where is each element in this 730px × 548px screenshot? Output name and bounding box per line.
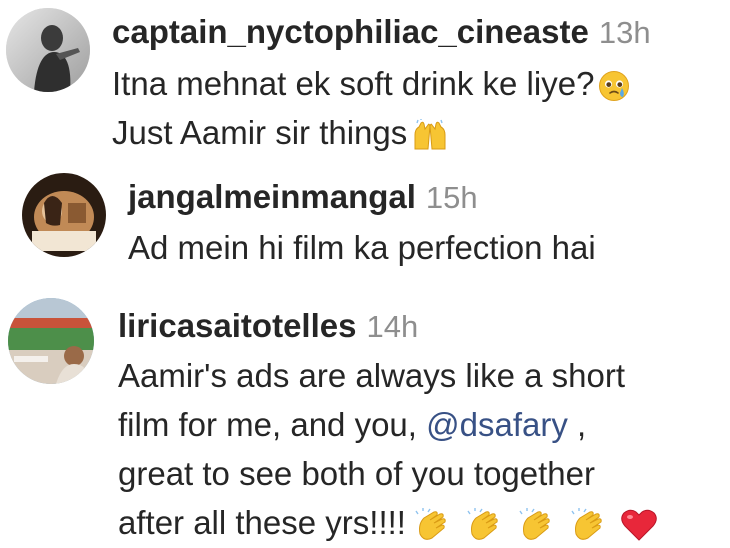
comment-3-line-4: after all these yrs!!!! [118, 498, 658, 547]
comment-text: after all these yrs!!!! [118, 504, 406, 541]
avatar-image [8, 298, 94, 384]
comment-text: Ad mein hi film ka perfection hai [128, 229, 596, 266]
comment-2-line-1: Ad mein hi film ka perfection hai [128, 223, 596, 272]
comment-3-header: liricasaitotelles 14h [118, 304, 658, 348]
pleading-tear-face-icon [598, 70, 630, 102]
username[interactable]: jangalmeinmangal [128, 178, 416, 215]
comment-text: Aamir's ads are always like a short [118, 357, 625, 394]
comment-3: liricasaitotelles 14h Aamir's ads are alw… [0, 290, 730, 548]
comment-text: , [567, 406, 587, 443]
red-heart-icon [620, 508, 658, 542]
raising-hands-icon [411, 119, 449, 151]
comment-1-line-1: Itna mehnat ek soft drink ke liye? [112, 59, 651, 108]
comment-2-header: jangalmeinmangal 15h [128, 175, 596, 219]
comment-3-body: liricasaitotelles 14h Aamir's ads are alw… [118, 304, 658, 547]
comment-1-body: captain_nyctophiliac_cineaste 13h Itna me… [112, 10, 651, 157]
comment-1-header: captain_nyctophiliac_cineaste 13h [112, 10, 651, 54]
comment-text: Itna mehnat ek soft drink ke liye? [112, 65, 595, 102]
username[interactable]: liricasaitotelles [118, 307, 356, 344]
comment-1: captain_nyctophiliac_cineaste 13h Itna me… [0, 0, 730, 160]
comment-2-body: jangalmeinmangal 15h Ad mein hi film ka p… [128, 175, 596, 272]
avatar-image [22, 173, 106, 257]
comment-3-line-3: great to see both of you together [118, 449, 658, 498]
comment-text: great to see both of you together [118, 455, 596, 492]
avatar-liricasaitotelles[interactable] [8, 298, 94, 384]
comment-text: Just Aamir sir things [112, 114, 408, 151]
clapping-hands-icon [466, 508, 506, 542]
clapping-hands-icon [414, 508, 454, 542]
comment-3-line-1: Aamir's ads are always like a short [118, 351, 658, 400]
avatar-image [6, 8, 90, 92]
comment-3-line-2: film for me, and you, @dsafary , [118, 400, 658, 449]
clapping-hands-icon [518, 508, 558, 542]
comment-2: jangalmeinmangal 15h Ad mein hi film ka p… [0, 165, 730, 285]
clapping-hands-icon [570, 508, 610, 542]
comment-1-line-2: Just Aamir sir things [112, 108, 651, 157]
timestamp[interactable]: 15h [426, 180, 478, 215]
avatar-jangalmeinmangal[interactable] [22, 173, 106, 257]
timestamp[interactable]: 13h [599, 15, 651, 50]
comment-text: film for me, and you, [118, 406, 417, 443]
mention-link[interactable]: @dsafary [426, 406, 568, 443]
avatar-captain-nyctophiliac-cineaste[interactable] [6, 8, 90, 92]
username[interactable]: captain_nyctophiliac_cineaste [112, 13, 589, 50]
timestamp[interactable]: 14h [366, 309, 418, 344]
